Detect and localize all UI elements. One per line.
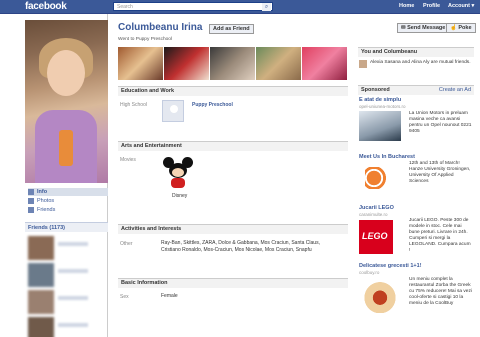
- disney-icon[interactable]: [163, 157, 195, 191]
- sidebar-item-label: Info: [37, 189, 48, 195]
- sponsored-label: Sponsored: [361, 87, 390, 93]
- top-bar: facebook Search ⌕ Home Profile Account ▾: [0, 0, 480, 14]
- lego-logo-text: LEGO: [362, 231, 388, 241]
- friend-thumbnail[interactable]: [28, 290, 54, 314]
- movies-label: Movies: [120, 157, 136, 163]
- ad-title[interactable]: Jucarii LEGO: [359, 205, 394, 211]
- ad-car-image[interactable]: [359, 111, 401, 141]
- mutual-text: Alexia Sasana and Alina Aly are mutual f…: [370, 60, 471, 65]
- ad-url[interactable]: coolbuy.ro: [359, 270, 379, 275]
- school-placeholder-icon: [170, 105, 178, 113]
- mutual-header: You and Columbeanu: [358, 47, 474, 57]
- create-ad-link[interactable]: Create an Ad: [439, 86, 471, 95]
- other-label: Other: [120, 241, 133, 247]
- profile-cup: [59, 130, 73, 166]
- friend-thumbnail[interactable]: [28, 263, 54, 287]
- send-message-button[interactable]: ✉ Send Message: [397, 23, 450, 33]
- section-basic: Basic Information: [118, 278, 348, 288]
- nav-account[interactable]: Account ▾: [448, 3, 474, 9]
- ad-url[interactable]: opel-uniunea-motors.ro: [359, 104, 406, 109]
- ad-url[interactable]: caranimulte.ro: [359, 212, 388, 217]
- friend-name[interactable]: [58, 269, 88, 273]
- hanze-logo: [365, 167, 395, 189]
- ad-text: Jucarii LEGO. Peste 300 de modele in sto…: [409, 218, 471, 253]
- search-input[interactable]: Search ⌕: [113, 2, 273, 11]
- friend-name[interactable]: [58, 296, 88, 300]
- left-sidebar: Info Photos Friends Friends (1173): [25, 14, 108, 337]
- send-message-label: Send Message: [407, 25, 446, 31]
- profile-picture[interactable]: [25, 20, 108, 183]
- profile-name: Columbeanu Irina: [118, 22, 203, 33]
- photos-icon: [28, 197, 34, 204]
- ad-food-image[interactable]: [359, 279, 401, 313]
- photo-thumbnail[interactable]: [164, 47, 209, 80]
- friend-thumbnail[interactable]: [28, 236, 54, 260]
- add-friend-label: Add as Friend: [213, 26, 250, 32]
- nav-profile[interactable]: Profile: [423, 3, 440, 9]
- sidebar-item-friends[interactable]: Friends: [28, 206, 55, 214]
- ad-text: 12th and 13th of March! Hanze University…: [409, 161, 471, 184]
- interests-list[interactable]: Ray-Ban, Skittles, ZARA, Dolce & Gabbana…: [161, 240, 321, 254]
- sex-label: Sex: [120, 294, 129, 300]
- info-icon: [28, 188, 34, 195]
- sponsored-header: Sponsored Create an Ad: [358, 85, 474, 95]
- friend-thumbnail[interactable]: [28, 317, 54, 337]
- friend-name[interactable]: [58, 323, 88, 327]
- mickey-face-icon: [172, 168, 184, 177]
- ad-title[interactable]: Delicatese grecesti 1+1!: [359, 263, 422, 269]
- high-school-link[interactable]: Puppy Preschool: [192, 102, 233, 109]
- section-education: Education and Work: [118, 86, 348, 96]
- add-friend-button[interactable]: Add as Friend: [209, 24, 254, 34]
- movie-name[interactable]: Disney: [172, 193, 187, 200]
- poke-button[interactable]: ☝ Poke: [446, 23, 476, 33]
- photo-thumbnail[interactable]: [302, 47, 347, 80]
- lego-logo[interactable]: LEGO: [359, 220, 393, 254]
- ad-hanze-image[interactable]: [359, 163, 401, 193]
- ad-text: La Union Motors in preluam masina veche …: [409, 111, 472, 134]
- poke-label: Poke: [458, 25, 472, 31]
- photo-thumbnail[interactable]: [256, 47, 301, 80]
- ad-title[interactable]: Meet Us In Bucharest: [359, 154, 415, 160]
- sidebar-item-info[interactable]: Info: [28, 188, 108, 196]
- search-placeholder: Search: [117, 4, 133, 10]
- high-school-label: High School: [120, 102, 147, 108]
- sidebar-item-label: Photos: [37, 198, 55, 204]
- ad-title[interactable]: E atat de simplu: [359, 97, 401, 103]
- photo-thumbnail[interactable]: [118, 47, 163, 80]
- nav-home[interactable]: Home: [399, 3, 414, 9]
- photo-strip: [118, 47, 348, 80]
- sidebar-item-label: Friends: [37, 207, 56, 213]
- friends-header[interactable]: Friends (1173): [25, 222, 108, 232]
- status-text: Went to Puppy Preschool: [118, 37, 173, 42]
- profile-face: [47, 50, 85, 96]
- sidebar-item-photos[interactable]: Photos: [28, 197, 54, 205]
- right-column: You and Columbeanu Alexia Sasana and Ali…: [358, 47, 474, 337]
- section-activities: Activities and Interests: [118, 224, 348, 234]
- mutual-avatar[interactable]: [359, 60, 367, 68]
- school-thumbnail[interactable]: [162, 100, 184, 122]
- photo-thumbnail[interactable]: [210, 47, 255, 80]
- section-arts: Arts and Entertainment: [118, 141, 348, 151]
- search-icon[interactable]: ⌕: [262, 3, 271, 11]
- friend-name[interactable]: [58, 242, 88, 246]
- mickey-shorts-icon: [171, 178, 185, 188]
- friends-icon: [28, 206, 34, 213]
- ad-text: Un meniu complet la restaurantul Zorba t…: [409, 277, 472, 306]
- facebook-logo[interactable]: facebook: [25, 1, 67, 12]
- sex-value: Female: [161, 293, 178, 299]
